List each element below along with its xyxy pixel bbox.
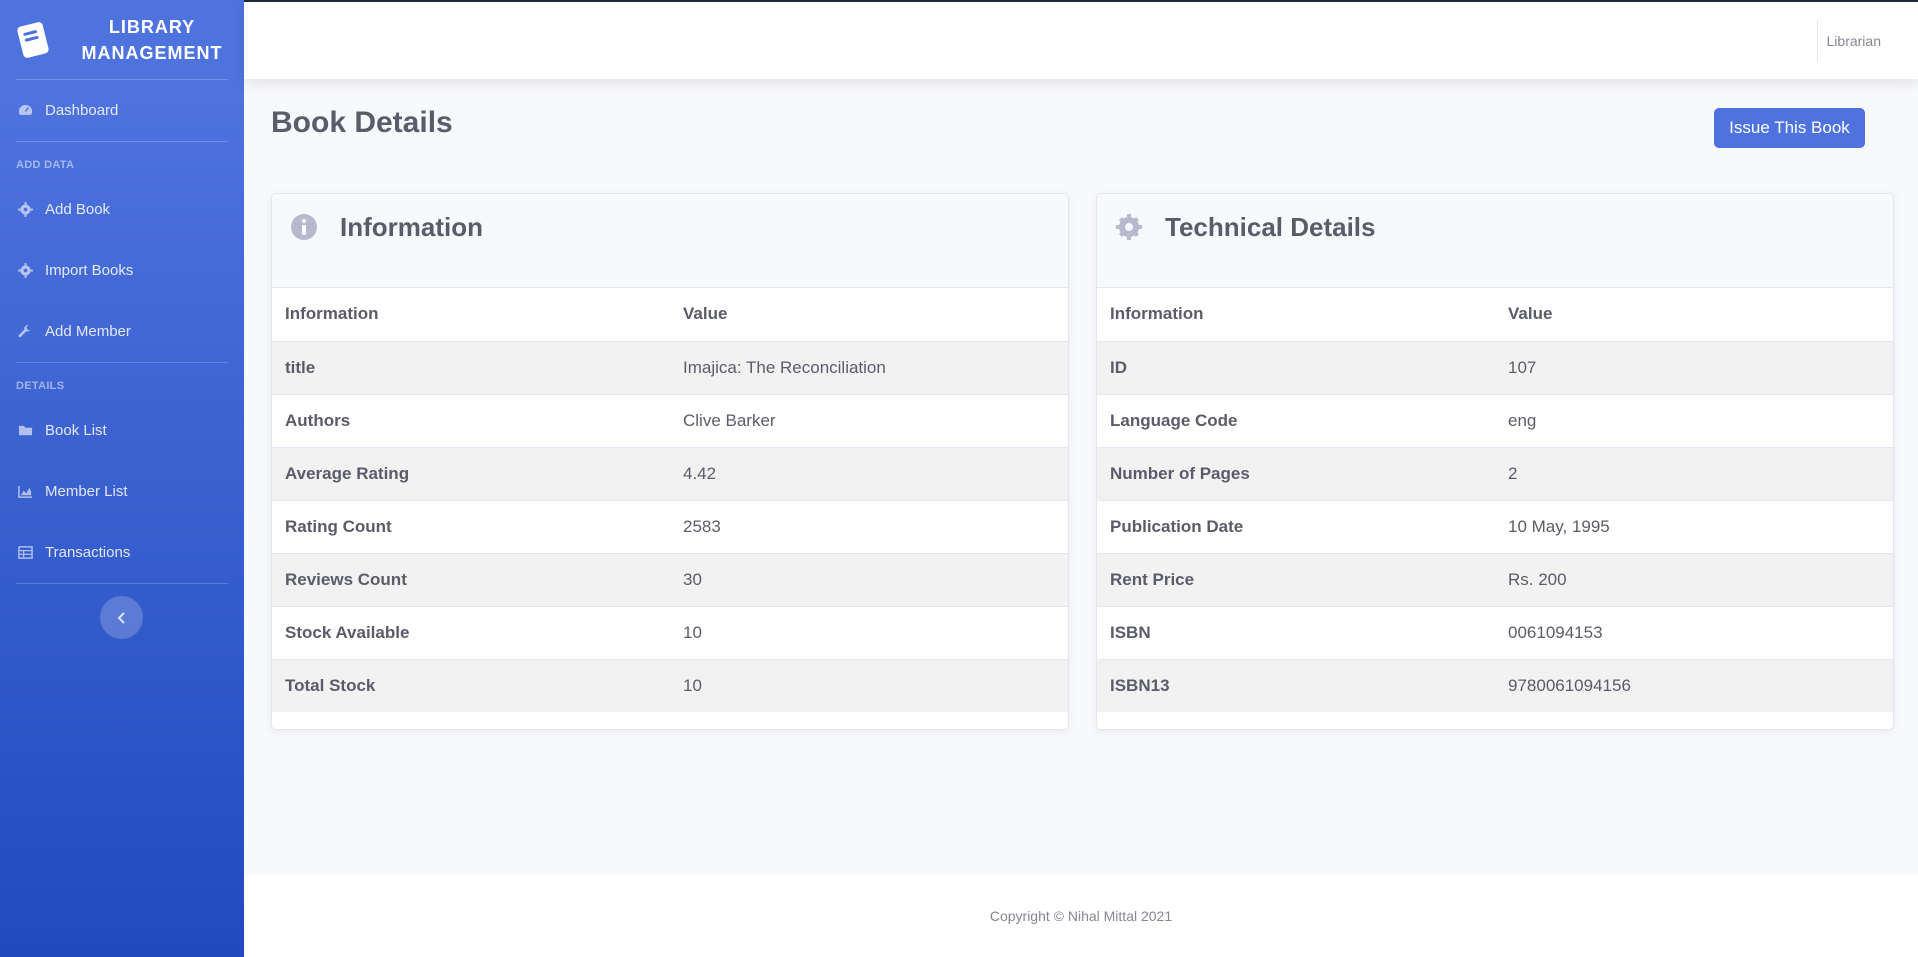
- row-value: 10: [670, 658, 1068, 712]
- row-value: Clive Barker: [670, 393, 1068, 447]
- chart-area-icon: [18, 485, 33, 498]
- row-value: 2583: [670, 499, 1068, 553]
- cog-icon: [18, 202, 33, 217]
- table-row: Reviews Count 30: [272, 552, 1068, 606]
- sidebar-item-dashboard[interactable]: Dashboard: [0, 80, 244, 141]
- cog-icon: [18, 263, 33, 278]
- table-icon: [18, 546, 33, 559]
- brand-name: LIBRARY MANAGEMENT: [81, 16, 223, 63]
- row-value: Imajica: The Reconciliation: [670, 340, 1068, 394]
- tachometer-icon: [18, 104, 33, 115]
- row-value: 2: [1495, 446, 1893, 500]
- card-header: Information: [272, 194, 1068, 288]
- table-row: Number of Pages 2: [1097, 446, 1893, 500]
- table-row: Rent Price Rs. 200: [1097, 552, 1893, 606]
- information-card: Information Information Value title Imaji…: [271, 193, 1069, 730]
- card-header: Technical Details: [1097, 194, 1893, 288]
- folder-icon: [18, 425, 33, 436]
- row-value: 4.42: [670, 446, 1068, 500]
- table-header-row: Information Value: [272, 288, 1068, 342]
- row-key: Authors: [272, 393, 670, 447]
- row-key: Reviews Count: [272, 552, 670, 606]
- row-key: ID: [1097, 340, 1495, 394]
- row-value: Rs. 200: [1495, 552, 1893, 606]
- sidebar-item-member-list[interactable]: Member List: [0, 461, 244, 522]
- table-row: Publication Date 10 May, 1995: [1097, 499, 1893, 553]
- table-row: ISBN 0061094153: [1097, 605, 1893, 659]
- card-title: Technical Details: [1165, 212, 1376, 242]
- sidebar-item-label: Book List: [45, 422, 107, 439]
- row-value: 10: [670, 605, 1068, 659]
- table-row: Authors Clive Barker: [272, 393, 1068, 447]
- sidebar-brand[interactable]: LIBRARY MANAGEMENT: [0, 0, 244, 79]
- sidebar-item-label: Transactions: [45, 544, 131, 561]
- table-header-row: Information Value: [1097, 288, 1893, 342]
- row-key: Stock Available: [272, 605, 670, 659]
- sidebar-item-import-books[interactable]: Import Books: [0, 240, 244, 301]
- copyright-text: Copyright © Nihal Mittal 2021: [989, 908, 1173, 924]
- technical-details-table: Information Value ID 107 Language Code eng…: [1097, 288, 1893, 712]
- card-title: Information: [340, 212, 483, 242]
- topbar: Librarian: [244, 0, 1918, 79]
- row-key: Publication Date: [1097, 499, 1495, 553]
- column-header: Information: [1097, 288, 1495, 342]
- row-key: Rent Price: [1097, 552, 1495, 606]
- sidebar-item-book-list[interactable]: Book List: [0, 400, 244, 461]
- sidebar-item-label: Add Book: [45, 201, 111, 218]
- cog-icon: [1116, 214, 1142, 240]
- sidebar-item-label: Import Books: [45, 262, 134, 279]
- column-header: Value: [1495, 288, 1893, 342]
- row-value: 107: [1495, 340, 1893, 394]
- information-table: Information Value title Imajica: The Reco…: [272, 288, 1068, 712]
- row-value: eng: [1495, 393, 1893, 447]
- page-title: Book Details: [271, 106, 453, 139]
- table-row: ID 107: [1097, 340, 1893, 394]
- issue-book-button[interactable]: Issue This Book: [1714, 108, 1865, 148]
- table-row: Rating Count 2583: [272, 499, 1068, 553]
- row-key: Total Stock: [272, 658, 670, 712]
- sidebar-item-label: Dashboard: [45, 102, 119, 119]
- row-key: ISBN: [1097, 605, 1495, 659]
- sidebar: LIBRARY MANAGEMENT Dashboard ADD DATA Ad…: [0, 0, 244, 957]
- table-row: title Imajica: The Reconciliation: [272, 340, 1068, 394]
- sidebar-heading-add-data: ADD DATA: [16, 159, 75, 171]
- info-circle-icon: [291, 214, 317, 240]
- row-key: Average Rating: [272, 446, 670, 500]
- row-key: Language Code: [1097, 393, 1495, 447]
- technical-details-card: Technical Details Information Value ID 10…: [1096, 193, 1894, 730]
- table-row: Language Code eng: [1097, 393, 1893, 447]
- chevron-left-icon: [117, 611, 125, 624]
- row-value: 0061094153: [1495, 605, 1893, 659]
- sidebar-toggle-button[interactable]: [100, 596, 143, 639]
- row-key: title: [272, 340, 670, 394]
- table-row: Stock Available 10: [272, 605, 1068, 659]
- sidebar-item-add-book[interactable]: Add Book: [0, 179, 244, 240]
- topbar-divider: [1817, 20, 1818, 62]
- column-header: Value: [670, 288, 1068, 342]
- sidebar-item-label: Member List: [45, 483, 128, 500]
- wrench-icon: [18, 324, 32, 338]
- row-value: 30: [670, 552, 1068, 606]
- sidebar-item-label: Add Member: [45, 323, 131, 340]
- book-icon: [17, 21, 49, 58]
- row-value: 9780061094156: [1495, 658, 1893, 712]
- row-key: Rating Count: [272, 499, 670, 553]
- column-header: Information: [272, 288, 670, 342]
- table-row: ISBN13 9780061094156: [1097, 658, 1893, 712]
- row-key: ISBN13: [1097, 658, 1495, 712]
- table-row: Average Rating 4.42: [272, 446, 1068, 500]
- row-key: Number of Pages: [1097, 446, 1495, 500]
- sidebar-item-transactions[interactable]: Transactions: [0, 522, 244, 583]
- sidebar-item-add-member[interactable]: Add Member: [0, 301, 244, 362]
- table-row: Total Stock 10: [272, 658, 1068, 712]
- sidebar-divider: [16, 583, 228, 584]
- main-content: Book Details Issue This Book Information…: [244, 79, 1918, 875]
- sidebar-heading-details: DETAILS: [16, 380, 65, 392]
- row-value: 10 May, 1995: [1495, 499, 1893, 553]
- user-name[interactable]: Librarian: [1827, 33, 1881, 49]
- footer: Copyright © Nihal Mittal 2021: [244, 875, 1918, 957]
